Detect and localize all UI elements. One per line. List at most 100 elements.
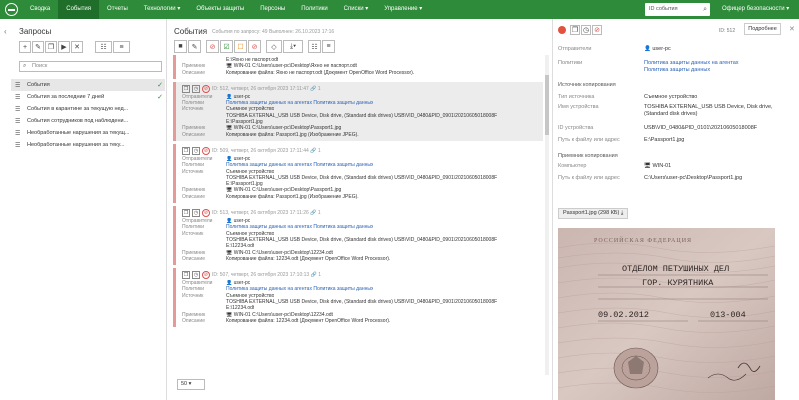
clock-icon[interactable]: ◷ xyxy=(192,209,200,218)
queries-toolbar: + ✎ ❐ ▶ ✕ xyxy=(19,41,84,53)
list-view-icon[interactable]: ☷ xyxy=(308,40,321,53)
event-header: ❐ ◷ ⊘ ID: 509, четверг, 26 октября 2023 17:… xyxy=(182,146,539,156)
passport-line-1: ОТДЕЛОМ ПЕТУШИНЫХ ДЕЛ xyxy=(622,264,730,274)
event-card[interactable]: ❐ ◷ ⊘ ID: 509, четверг, 26 октября 2023 17:… xyxy=(173,143,543,204)
event-card[interactable]: ❐ ◷ ⊘ ID: 512, четверг, 26 октября 2023 17:… xyxy=(173,81,543,141)
block-icon[interactable]: ⊘ xyxy=(248,40,261,53)
computer-label: Компьютер xyxy=(558,163,587,169)
nav-item[interactable]: Объекты защиты xyxy=(188,0,252,19)
stop-icon[interactable]: ■ xyxy=(174,40,187,53)
passport-header-text: РОССИЙСКАЯ ФЕДЕРАЦИЯ xyxy=(594,238,693,244)
copy-icon[interactable]: ❐ xyxy=(182,146,190,155)
sender-value[interactable]: 👤 user-pc xyxy=(644,46,671,52)
search-input[interactable]: ID события xyxy=(649,6,678,12)
tag-icon[interactable]: ◇ xyxy=(266,40,282,53)
detail-source-type: Тип источника Съемное устройство xyxy=(558,94,697,100)
run-icon[interactable]: ▶ xyxy=(58,41,70,53)
copy-icon[interactable]: ❐ xyxy=(45,41,57,53)
nav-item[interactable]: Сводка xyxy=(22,0,58,19)
nav-item[interactable]: Политики xyxy=(293,0,335,19)
delete-icon[interactable]: ✕ xyxy=(71,41,83,53)
copy-icon[interactable]: ❐ xyxy=(182,271,190,280)
query-list-item[interactable]: ☰ События в карантине за текущую нед... xyxy=(11,103,165,115)
event-field-value: TOSHIBA EXTERNAL_USB USB Device, Disk dr… xyxy=(226,112,498,119)
event-field: Описание Копирование файла: 12234.odt (До… xyxy=(182,256,539,262)
nav-item[interactable]: События xyxy=(58,0,100,19)
events-panel: События События по запросу: 49 Выполнен:… xyxy=(167,19,553,400)
copy-icon[interactable]: ❐ xyxy=(570,25,580,35)
query-list-item[interactable]: ☰ Необработанные нарушения за теку... xyxy=(11,139,165,151)
query-label: События xyxy=(27,82,50,88)
logo-icon[interactable] xyxy=(0,0,22,19)
list-view-icon[interactable]: ☷ xyxy=(95,41,112,53)
event-id-search[interactable]: ID события ⌕ xyxy=(645,3,710,16)
nav-item[interactable]: Отчеты xyxy=(99,0,136,19)
page-size-select[interactable]: 50 ▾ xyxy=(177,379,205,390)
top-navigation: Сводка События Отчеты Технологии ▾ Объекты з… xyxy=(0,0,799,19)
attachment-download[interactable]: Passport1.jpg (298 КБ) ⤓ xyxy=(558,208,629,219)
event-field-value: TOSHIBA EXTERNAL_USB USB Device, Disk dr… xyxy=(226,299,498,306)
detail-device-id: ID устройства USB\VID_0480&PID_0101\2021… xyxy=(558,125,757,131)
query-list-item[interactable]: ☰ События ✓ xyxy=(11,79,165,91)
copy-icon[interactable]: ❐ xyxy=(182,84,190,93)
policy-link[interactable]: Политика защиты данных на агентах xyxy=(644,60,739,67)
queries-title: Запросы xyxy=(19,27,52,36)
flag-icon[interactable]: ☐ xyxy=(234,40,247,53)
compact-view-icon[interactable]: ≡ xyxy=(322,40,335,53)
query-icon: ☰ xyxy=(15,82,21,89)
policy-link[interactable]: Политика защиты данных xyxy=(644,67,739,74)
user-role-menu[interactable]: Офицер безопасности ▾ xyxy=(722,0,789,19)
event-id: ID: 512 xyxy=(719,28,736,34)
compact-view-icon[interactable]: ≡ xyxy=(113,41,130,53)
detail-source-path: Путь к файлу или адрес E:\Passport1.jpg xyxy=(558,137,684,143)
nav-item[interactable]: Технологии ▾ xyxy=(136,0,189,19)
clock-icon[interactable]: ◷ xyxy=(192,146,200,155)
event-field-label: Описание xyxy=(182,255,206,262)
device-id-value: USB\VID_0480&PID_0101\20210605018008F xyxy=(644,125,758,131)
query-list-item[interactable]: ☰ События за последние 7 дней ✓ xyxy=(11,91,165,103)
block-icon[interactable]: ⊘ xyxy=(202,146,210,155)
event-header: ❐ ◷ ⊘ ID: 512, четверг, 26 октября 2023 17:… xyxy=(182,84,539,94)
event-card[interactable]: ❐ ◷ ⊘ ID: 507, четверг, 26 октября 2023 17:… xyxy=(173,268,543,328)
checkmark-icon: ✓ xyxy=(157,94,163,101)
copy-icon[interactable]: ❐ xyxy=(182,209,190,218)
event-field: Описание Копирование файла: Passport1.jpg… xyxy=(182,194,539,200)
event-card[interactable]: ❐ ◷ ⊘ ID: 513, четверг, 26 октября 2023 17:… xyxy=(173,206,543,266)
event-list-scrollbar[interactable] xyxy=(545,55,549,375)
query-list-item[interactable]: ☰ Необработанные нарушения за текущ... xyxy=(11,127,165,139)
query-label: Необработанные нарушения за теку... xyxy=(27,142,125,148)
add-icon[interactable]: + xyxy=(19,41,31,53)
detail-destination-path: Путь к файлу или адрес C:\Users\user-pc\… xyxy=(558,175,742,181)
attachment-preview-image[interactable]: РОССИЙСКАЯ ФЕДЕРАЦИЯ ОТДЕЛОМ ПЕТУШИНЫХ Д… xyxy=(558,228,775,400)
clock-icon[interactable]: ◷ xyxy=(192,84,200,93)
event-id-date: ID: 507, четверг, 26 октября 2023 17:10:… xyxy=(212,272,321,279)
violation-icon[interactable]: ⊘ xyxy=(206,40,219,53)
block-icon[interactable]: ⊘ xyxy=(202,209,210,218)
nav-item[interactable]: Управление ▾ xyxy=(376,0,430,19)
clock-icon[interactable]: ◷ xyxy=(192,271,200,280)
no-violation-icon[interactable]: ☑ xyxy=(220,40,233,53)
nav-item[interactable]: Персоны xyxy=(252,0,293,19)
event-card[interactable]: E:\Яхно не паспорт.odt Приемник 🖥 WIN-01 C… xyxy=(173,55,543,79)
source-type-value: Съемное устройство xyxy=(644,94,698,100)
device-name-value: TOSHIBA EXTERNAL_USB USB Device, Disk dr… xyxy=(644,104,773,110)
query-list-item[interactable]: ☰ События сотрудников под наблюдени... xyxy=(11,115,165,127)
download-icon[interactable]: ⤓▾ xyxy=(283,40,303,53)
query-icon: ☰ xyxy=(15,106,21,113)
close-icon[interactable]: ✕ xyxy=(789,25,795,33)
nav-menu: Сводка События Отчеты Технологии ▾ Объекты з… xyxy=(22,0,430,19)
clock-icon[interactable]: ◷ xyxy=(581,25,591,35)
block-icon[interactable]: ⊘ xyxy=(202,271,210,280)
block-icon[interactable]: ⊘ xyxy=(202,84,210,93)
collapse-panel-icon[interactable]: ‹ xyxy=(4,27,7,36)
search-icon[interactable]: ⌕ xyxy=(703,3,707,16)
nav-item[interactable]: Списки ▾ xyxy=(336,0,377,19)
query-search-input[interactable]: ⌕ Поиск xyxy=(19,61,162,72)
details-button[interactable]: Подробнее xyxy=(744,23,781,35)
computer-value[interactable]: 🖥 WIN-01 xyxy=(644,163,671,169)
passport-date: 09.02.2012 xyxy=(598,310,650,320)
edit-icon[interactable]: ✎ xyxy=(188,40,201,53)
edit-icon[interactable]: ✎ xyxy=(32,41,44,53)
destination-section-title: Приемник копирования xyxy=(558,153,618,159)
block-icon[interactable]: ⊘ xyxy=(592,25,602,35)
